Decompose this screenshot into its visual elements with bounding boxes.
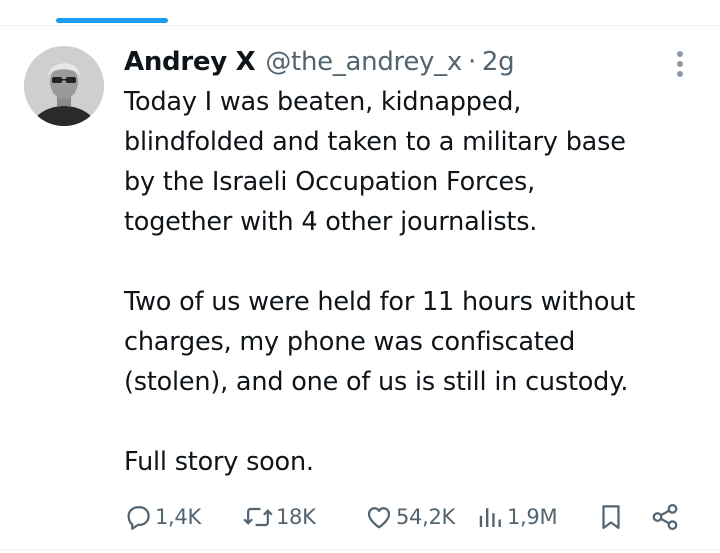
reply-count: 1,4K — [155, 505, 201, 529]
views-button[interactable]: 1,9M — [477, 497, 558, 537]
action-bar: 1,4K 18K 54,2K 1,9M — [120, 497, 690, 537]
reply-icon — [127, 506, 150, 530]
top-divider — [0, 25, 720, 26]
avatar[interactable] — [24, 46, 104, 126]
tweet-paragraph: Full story soon. — [124, 447, 314, 477]
display-name[interactable]: Andrey X — [124, 44, 256, 80]
tweet-text: Today I was beaten, kidnapped, blindfold… — [124, 82, 704, 482]
bottom-divider — [0, 549, 720, 550]
repost-count: 18K — [276, 505, 316, 529]
repost-icon — [243, 507, 273, 527]
repost-button[interactable]: 18K — [242, 497, 316, 537]
share-button[interactable] — [650, 497, 680, 537]
bookmark-button[interactable] — [596, 497, 626, 537]
views-chart-icon — [479, 508, 501, 527]
heart-icon — [367, 507, 391, 529]
header-separator: · — [467, 47, 476, 77]
post-time[interactable]: 2g — [482, 44, 515, 80]
more-vertical-icon — [677, 51, 683, 57]
user-handle[interactable]: @the_andrey_x — [265, 44, 462, 80]
share-icon — [652, 504, 678, 530]
more-dot — [677, 61, 683, 67]
tweet-paragraph: Two of us were held for 11 hours without… — [124, 287, 636, 397]
avatar-image — [24, 46, 104, 126]
more-dot — [677, 71, 683, 77]
views-count: 1,9M — [507, 505, 558, 529]
like-count: 54,2K — [396, 505, 456, 529]
tweet-paragraph: Today I was beaten, kidnapped, blindfold… — [124, 87, 626, 237]
reply-button[interactable]: 1,4K — [123, 497, 201, 537]
more-options-button[interactable] — [664, 46, 696, 82]
bookmark-icon — [602, 505, 620, 529]
active-tab-indicator — [56, 18, 168, 23]
like-button[interactable]: 54,2K — [364, 497, 455, 537]
tweet-header: Andrey X @the_andrey_x · 2g — [124, 44, 515, 80]
